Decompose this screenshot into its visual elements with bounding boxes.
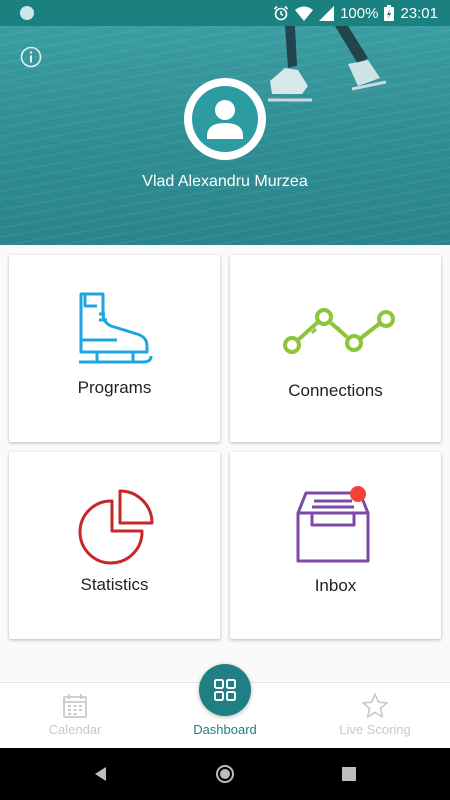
statistics-label: Statistics: [80, 575, 149, 594]
home-icon[interactable]: [215, 764, 235, 784]
ice-skate-icon: [79, 292, 153, 364]
nav-live-scoring-label: Live Scoring: [339, 722, 411, 737]
battery-icon: [384, 5, 395, 21]
calendar-icon: [63, 694, 87, 718]
notification-badge: [350, 486, 366, 502]
alarm-icon: [274, 5, 289, 21]
dashboard-grid-icon: [214, 679, 236, 701]
avatar[interactable]: [184, 78, 266, 160]
signal-icon: [319, 5, 335, 21]
profile-header: Vlad Alexandru Murzea: [0, 26, 450, 245]
nav-live-scoring[interactable]: Live Scoring: [300, 683, 450, 749]
nav-calendar[interactable]: Calendar: [0, 683, 150, 749]
system-navigation-bar: [0, 748, 450, 800]
connections-icon: [283, 308, 395, 354]
back-icon[interactable]: [93, 766, 107, 782]
wifi-icon: [295, 6, 314, 21]
dashboard-fab-button[interactable]: [199, 664, 251, 716]
programs-tile[interactable]: Programs: [9, 255, 220, 442]
info-icon[interactable]: [20, 46, 42, 68]
nav-calendar-label: Calendar: [48, 722, 102, 737]
battery-percent: 100%: [340, 4, 379, 22]
star-icon: [362, 693, 388, 718]
inbox-tile[interactable]: Inbox: [230, 452, 441, 639]
inbox-label: Inbox: [314, 576, 357, 595]
user-name: Vlad Alexandru Murzea: [142, 173, 308, 190]
app-notification-icon: [20, 6, 34, 20]
status-bar: 100% 23:01: [0, 0, 450, 26]
pie-chart-icon: [78, 489, 154, 565]
statistics-tile[interactable]: Statistics: [9, 452, 220, 639]
user-icon: [192, 86, 258, 152]
connections-tile[interactable]: Connections: [230, 255, 441, 442]
clock-time: 23:01: [400, 4, 438, 22]
nav-dashboard-label: Dashboard: [193, 722, 257, 737]
programs-label: Programs: [77, 378, 152, 397]
inbox-tray-icon: [296, 486, 370, 563]
connections-label: Connections: [288, 381, 383, 400]
recents-icon[interactable]: [342, 767, 356, 781]
